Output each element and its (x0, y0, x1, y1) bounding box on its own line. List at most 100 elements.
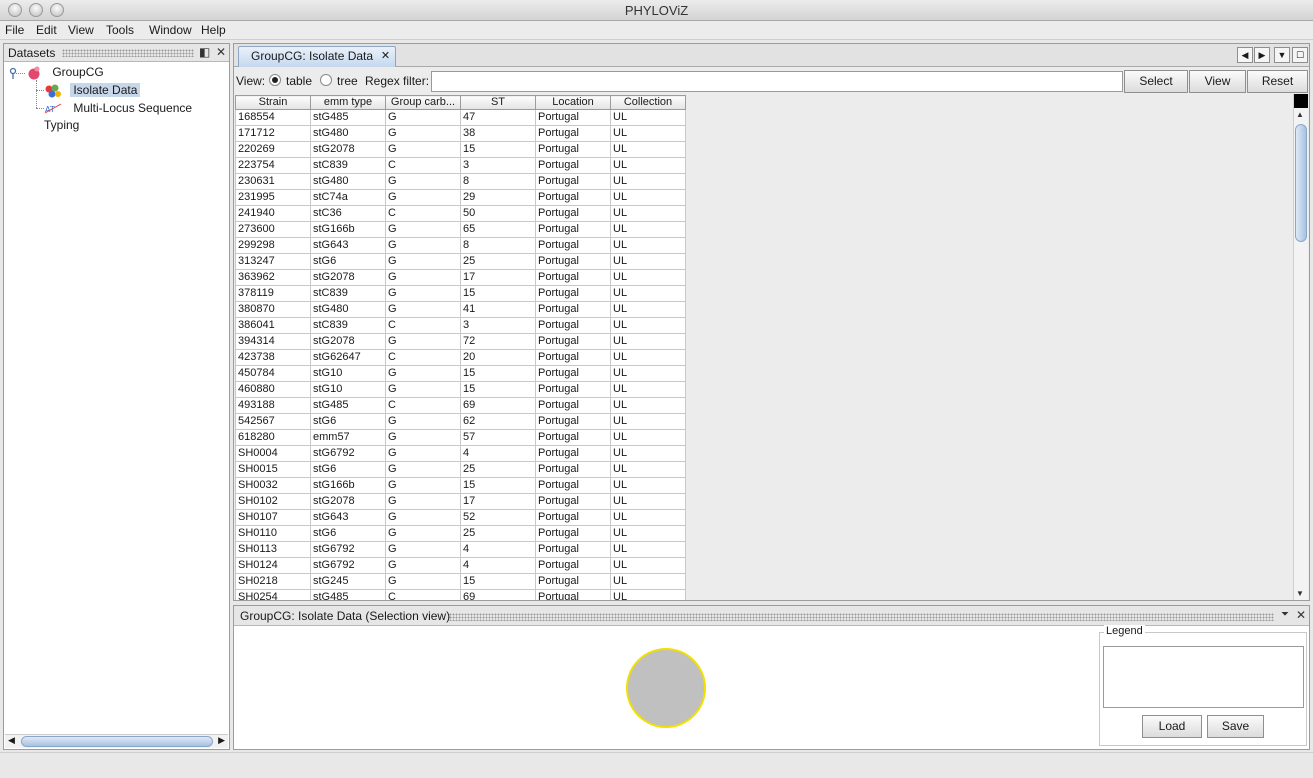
table-cell[interactable]: G (385, 557, 461, 574)
table-cell[interactable]: 29 (460, 189, 536, 206)
column-header-location[interactable]: Location (535, 95, 611, 110)
table-cell[interactable]: UL (610, 557, 686, 574)
table-cell[interactable]: 15 (460, 365, 536, 382)
table-cell[interactable]: Portugal (535, 125, 611, 142)
table-cell[interactable]: Portugal (535, 269, 611, 286)
view-tree-radio[interactable] (320, 74, 332, 86)
table-cell[interactable]: stG2078 (310, 141, 386, 158)
table-cell[interactable]: UL (610, 493, 686, 510)
table-cell[interactable]: 38 (460, 125, 536, 142)
table-cell[interactable]: Portugal (535, 525, 611, 542)
table-cell[interactable]: 3 (460, 317, 536, 334)
table-cell[interactable]: G (385, 189, 461, 206)
table-cell[interactable]: Portugal (535, 445, 611, 462)
scroll-down-icon[interactable]: ▼ (1296, 589, 1304, 598)
table-cell[interactable]: G (385, 301, 461, 318)
table-cell[interactable]: G (385, 381, 461, 398)
table-cell[interactable]: SH0124 (235, 557, 311, 574)
table-row[interactable]: 378119 stC839 G 15 Portugal UL (235, 285, 686, 302)
table-row[interactable]: SH0004 stG6792 G 4 Portugal UL (235, 445, 686, 462)
table-cell[interactable]: Portugal (535, 317, 611, 334)
tab-list-dropdown-icon[interactable]: ▼ (1274, 47, 1290, 63)
table-cell[interactable]: 423738 (235, 349, 311, 366)
table-cell[interactable]: C (385, 157, 461, 174)
load-button[interactable]: Load (1142, 715, 1202, 738)
table-cell[interactable]: stG643 (310, 237, 386, 254)
table-cell[interactable]: 15 (460, 285, 536, 302)
scroll-tabs-right-icon[interactable]: ▶ (1254, 47, 1270, 63)
table-cell[interactable]: Portugal (535, 477, 611, 494)
table-cell[interactable]: 378119 (235, 285, 311, 302)
table-cell[interactable]: 230631 (235, 173, 311, 190)
table-cell[interactable]: stC74a (310, 189, 386, 206)
column-header-st[interactable]: ST (460, 95, 536, 110)
table-cell[interactable]: 72 (460, 333, 536, 350)
table-cell[interactable]: Portugal (535, 541, 611, 558)
table-cell[interactable]: SH0107 (235, 509, 311, 526)
table-cell[interactable]: G (385, 269, 461, 286)
table-cell[interactable]: 4 (460, 445, 536, 462)
table-cell[interactable]: stC839 (310, 317, 386, 334)
table-cell[interactable]: UL (610, 237, 686, 254)
tree-node-groupcg[interactable]: GroupCG (25, 64, 104, 80)
table-cell[interactable]: SH0102 (235, 493, 311, 510)
table-cell[interactable]: Portugal (535, 221, 611, 238)
table-row[interactable]: 223754 stC839 C 3 Portugal UL (235, 157, 686, 174)
table-cell[interactable]: stG6792 (310, 541, 386, 558)
table-cell[interactable]: 57 (460, 429, 536, 446)
table-cell[interactable]: UL (610, 317, 686, 334)
table-cell[interactable]: UL (610, 333, 686, 350)
table-cell[interactable]: SH0113 (235, 541, 311, 558)
table-cell[interactable]: Portugal (535, 573, 611, 590)
table-cell[interactable]: G (385, 461, 461, 478)
table-cell[interactable]: UL (610, 573, 686, 590)
table-cell[interactable]: UL (610, 477, 686, 494)
table-cell[interactable]: Portugal (535, 381, 611, 398)
table-cell[interactable]: 299298 (235, 237, 311, 254)
table-row[interactable]: 460880 stG10 G 15 Portugal UL (235, 381, 686, 398)
table-cell[interactable]: 363962 (235, 269, 311, 286)
table-row[interactable]: 168554 stG485 G 47 Portugal UL (235, 109, 686, 126)
table-cell[interactable]: Portugal (535, 589, 611, 600)
table-cell[interactable]: UL (610, 397, 686, 414)
table-cell[interactable]: UL (610, 541, 686, 558)
table-row[interactable]: 363962 stG2078 G 17 Portugal UL (235, 269, 686, 286)
table-cell[interactable]: 15 (460, 141, 536, 158)
table-cell[interactable]: stG6792 (310, 445, 386, 462)
table-row[interactable]: SH0254 stG485 C 69 Portugal UL (235, 589, 686, 600)
table-cell[interactable]: Portugal (535, 429, 611, 446)
table-cell[interactable]: 8 (460, 237, 536, 254)
table-cell[interactable]: UL (610, 125, 686, 142)
table-cell[interactable]: 542567 (235, 413, 311, 430)
table-cell[interactable]: Portugal (535, 557, 611, 574)
table-cell[interactable]: Portugal (535, 333, 611, 350)
table-cell[interactable]: UL (610, 365, 686, 382)
column-header-strain[interactable]: Strain (235, 95, 311, 110)
table-cell[interactable]: 273600 (235, 221, 311, 238)
table-cell[interactable]: 618280 (235, 429, 311, 446)
table-cell[interactable]: Portugal (535, 349, 611, 366)
table-cell[interactable]: G (385, 365, 461, 382)
table-cell[interactable]: Portugal (535, 397, 611, 414)
table-cell[interactable]: 41 (460, 301, 536, 318)
select-button[interactable]: Select (1124, 70, 1188, 93)
table-cell[interactable]: 15 (460, 477, 536, 494)
table-row[interactable]: SH0032 stG166b G 15 Portugal UL (235, 477, 686, 494)
tree-node-isolate-data[interactable]: Isolate Data (44, 82, 141, 98)
table-cell[interactable]: stG166b (310, 477, 386, 494)
table-cell[interactable]: 4 (460, 557, 536, 574)
table-row[interactable]: SH0218 stG245 G 15 Portugal UL (235, 573, 686, 590)
table-cell[interactable]: G (385, 221, 461, 238)
table-row[interactable]: SH0102 stG2078 G 17 Portugal UL (235, 493, 686, 510)
table-row[interactable]: 618280 emm57 G 57 Portugal UL (235, 429, 686, 446)
table-cell[interactable]: Portugal (535, 157, 611, 174)
table-cell[interactable]: 8 (460, 173, 536, 190)
table-row[interactable]: SH0015 stG6 G 25 Portugal UL (235, 461, 686, 478)
table-cell[interactable]: G (385, 237, 461, 254)
table-row[interactable]: 450784 stG10 G 15 Portugal UL (235, 365, 686, 382)
pane-drag-grip[interactable] (449, 613, 1274, 621)
table-row[interactable]: 241940 stC36 C 50 Portugal UL (235, 205, 686, 222)
table-row[interactable]: 380870 stG480 G 41 Portugal UL (235, 301, 686, 318)
table-cell[interactable]: stG6 (310, 461, 386, 478)
table-cell[interactable]: UL (610, 221, 686, 238)
